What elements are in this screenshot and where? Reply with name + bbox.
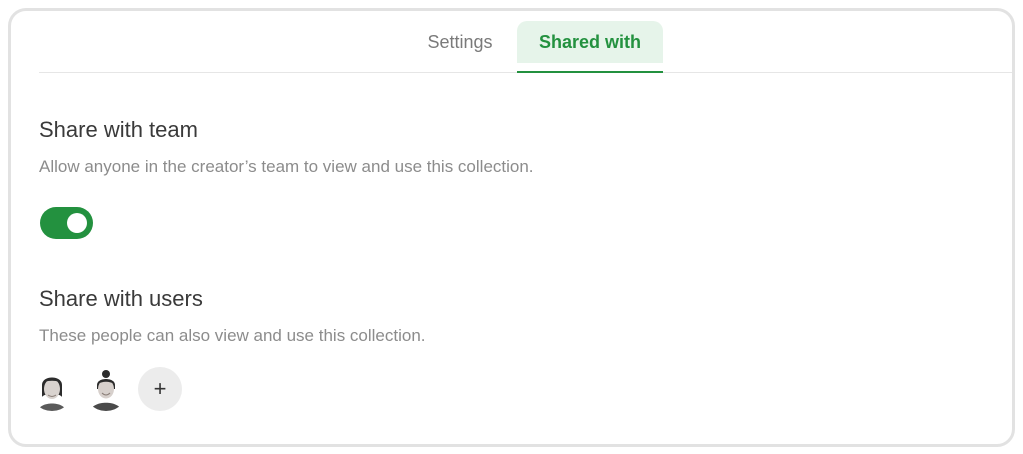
user-avatar-2-icon xyxy=(84,367,128,411)
user-avatar[interactable] xyxy=(30,367,74,411)
share-with-team-title: Share with team xyxy=(39,117,198,142)
toggle-knob xyxy=(67,213,87,233)
tab-bar: Settings Shared with xyxy=(39,11,1012,73)
user-avatar-1-icon xyxy=(30,367,74,411)
share-with-users-title: Share with users xyxy=(39,286,203,311)
tab-settings[interactable]: Settings xyxy=(405,21,515,63)
share-with-team-description: Allow anyone in the creator’s team to vi… xyxy=(39,157,534,176)
share-with-team-toggle[interactable] xyxy=(40,207,93,239)
tab-shared-with[interactable]: Shared with xyxy=(517,21,663,63)
user-avatar[interactable] xyxy=(84,367,128,411)
share-with-users-description: These people can also view and use this … xyxy=(39,326,426,345)
active-tab-indicator xyxy=(517,71,663,73)
add-user-button[interactable]: + xyxy=(138,367,182,411)
